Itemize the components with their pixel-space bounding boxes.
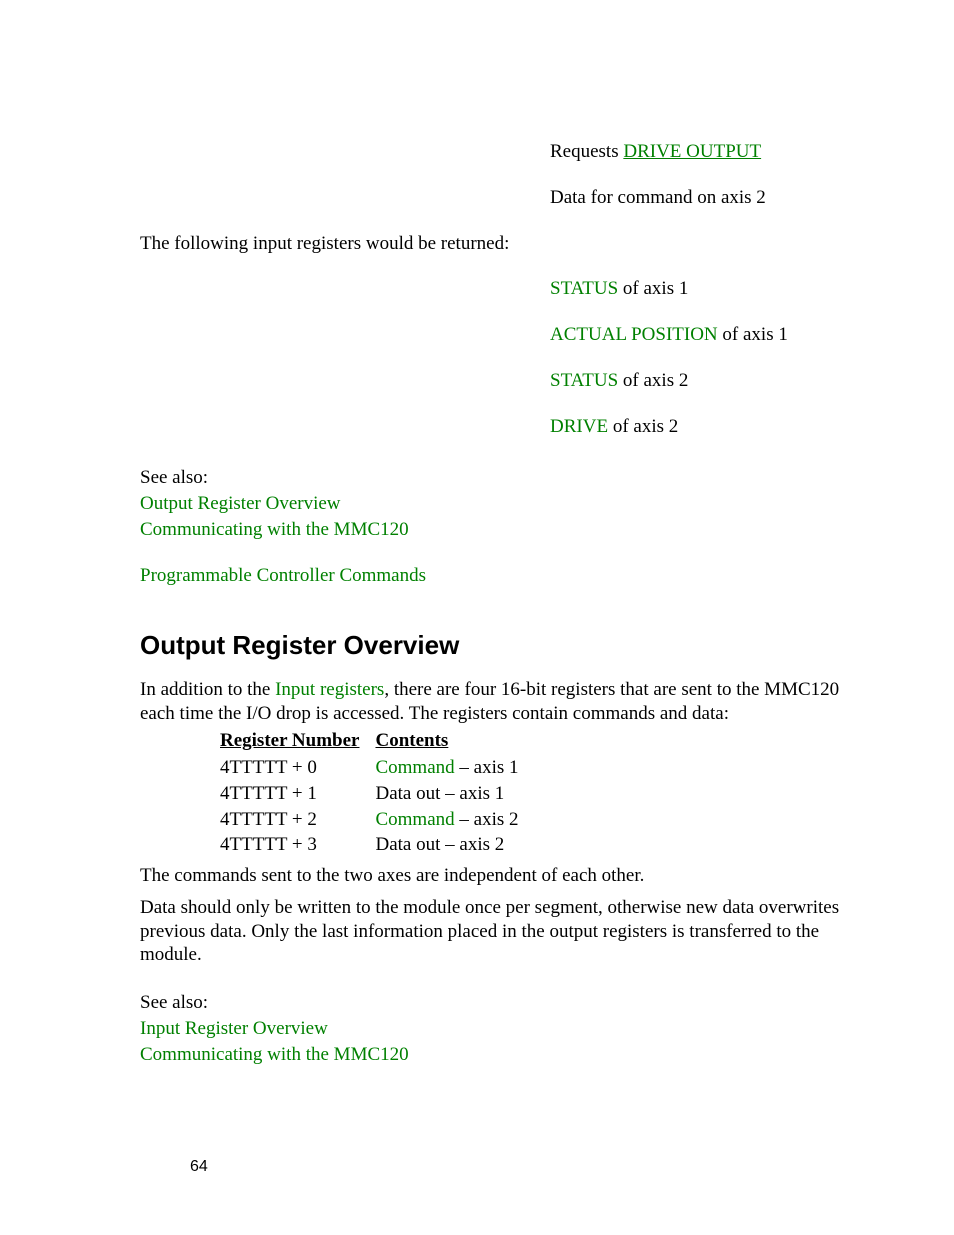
cell-content: Command – axis 1 xyxy=(375,755,534,781)
returned-item-0: STATUS of axis 1 xyxy=(550,277,854,301)
cell-reg: 4TTTTT + 3 xyxy=(220,832,375,858)
see-also-link[interactable]: Communicating with the MMC120 xyxy=(140,519,409,540)
see-also-block-2: See also: Input Register Overview Commun… xyxy=(140,991,854,1066)
term-link[interactable]: STATUS xyxy=(550,370,618,391)
page-content: Requests DRIVE OUTPUT Data for command o… xyxy=(0,0,954,1066)
term-rest: of axis 2 xyxy=(618,370,688,391)
term-rest: of axis 1 xyxy=(618,278,688,299)
term-rest: of axis 2 xyxy=(608,416,678,437)
term-link[interactable]: ACTUAL POSITION xyxy=(550,324,718,345)
table-row: 4TTTTT + 0 Command – axis 1 xyxy=(220,755,535,781)
term-link[interactable]: STATUS xyxy=(550,278,618,299)
top-right-line2: Data for command on axis 2 xyxy=(550,186,854,210)
command-link[interactable]: Command xyxy=(375,757,454,778)
p1-pre: In addition to the xyxy=(140,679,275,700)
cell-content: Command – axis 2 xyxy=(375,807,534,833)
see-also-extra-link[interactable]: Programmable Controller Commands xyxy=(140,565,426,586)
cell-rest: Data out – axis 2 xyxy=(375,834,504,855)
body-paragraph-1: In addition to the Input registers, ther… xyxy=(140,678,854,726)
see-also-block-1: See also: Output Register Overview Commu… xyxy=(140,466,854,587)
table-header-row: Register Number Contents xyxy=(220,729,535,755)
page-number: 64 xyxy=(190,1157,208,1177)
section-heading: Output Register Overview xyxy=(140,629,854,662)
command-link[interactable]: Command xyxy=(375,809,454,830)
term-rest: of axis 1 xyxy=(718,324,788,345)
top-right-line1: Requests DRIVE OUTPUT xyxy=(550,140,854,164)
see-also-label: See also: xyxy=(140,466,854,490)
see-also-label: See also: xyxy=(140,991,854,1015)
term-link[interactable]: DRIVE xyxy=(550,416,608,437)
returned-item-1: ACTUAL POSITION of axis 1 xyxy=(550,323,854,347)
drive-output-link[interactable]: DRIVE OUTPUT xyxy=(623,141,761,162)
see-also-link[interactable]: Input Register Overview xyxy=(140,1018,328,1039)
returned-item-2: STATUS of axis 2 xyxy=(550,369,854,393)
table-row: 4TTTTT + 2 Command – axis 2 xyxy=(220,807,535,833)
cell-reg: 4TTTTT + 2 xyxy=(220,807,375,833)
returned-item-3: DRIVE of axis 2 xyxy=(550,415,854,439)
cell-rest: – axis 1 xyxy=(455,757,519,778)
cell-rest: – axis 2 xyxy=(455,809,519,830)
table-row: 4TTTTT + 3 Data out – axis 2 xyxy=(220,832,535,858)
th-register-number: Register Number xyxy=(220,729,375,755)
body-paragraph-3: Data should only be written to the modul… xyxy=(140,896,854,967)
cell-rest: Data out – axis 1 xyxy=(375,783,504,804)
requests-label: Requests xyxy=(550,141,623,162)
register-table: Register Number Contents 4TTTTT + 0 Comm… xyxy=(220,729,535,858)
see-also-link[interactable]: Output Register Overview xyxy=(140,493,341,514)
see-also-link[interactable]: Communicating with the MMC120 xyxy=(140,1044,409,1065)
cell-content: Data out – axis 2 xyxy=(375,832,534,858)
cell-reg: 4TTTTT + 1 xyxy=(220,781,375,807)
th-contents: Contents xyxy=(375,729,534,755)
cell-reg: 4TTTTT + 0 xyxy=(220,755,375,781)
cell-content: Data out – axis 1 xyxy=(375,781,534,807)
input-registers-link[interactable]: Input registers xyxy=(275,679,384,700)
table-row: 4TTTTT + 1 Data out – axis 1 xyxy=(220,781,535,807)
body-paragraph-2: The commands sent to the two axes are in… xyxy=(140,864,854,888)
intro-line: The following input registers would be r… xyxy=(140,232,854,256)
